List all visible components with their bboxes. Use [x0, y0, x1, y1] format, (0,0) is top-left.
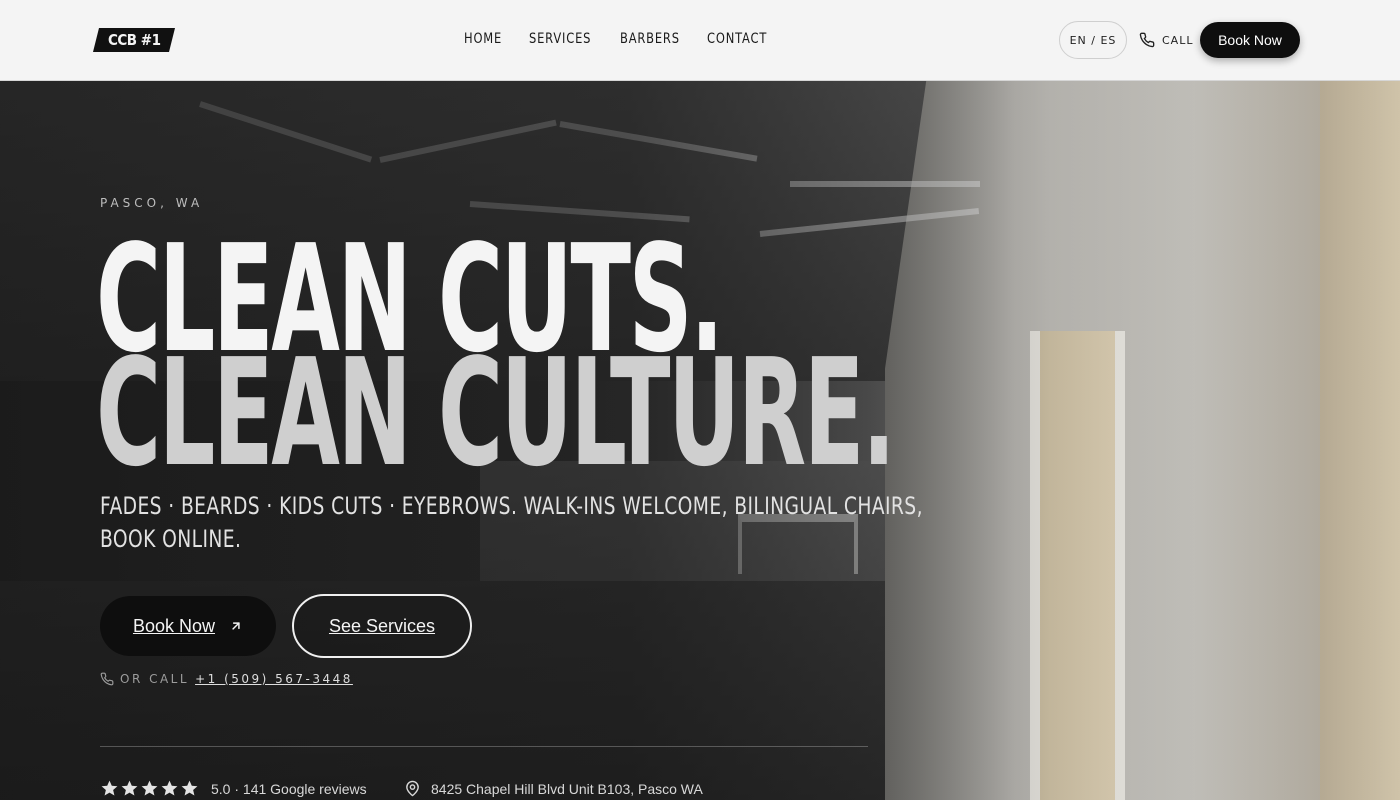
nav-services[interactable]: SERVICES	[529, 31, 590, 47]
main-nav: HOME SERVICES BARBERS CONTACT	[464, 31, 766, 47]
hero-book-now-label: Book Now	[132, 615, 216, 636]
shop-address[interactable]: 8425 Chapel Hill Blvd Unit B103, Pasco W…	[404, 779, 703, 798]
star-icon	[101, 780, 118, 796]
logo[interactable]: CCB #1	[93, 28, 175, 52]
see-services-button[interactable]: See Services	[292, 594, 472, 658]
nav-home[interactable]: HOME	[464, 31, 501, 47]
site-header: CCB #1 HOME SERVICES BARBERS CONTACT EN …	[0, 0, 1400, 81]
call-label: CALL	[1162, 33, 1194, 47]
call-link[interactable]: CALL	[1139, 31, 1193, 49]
star-icon	[121, 780, 138, 796]
google-rating: 5.0 · 141 Google reviews	[100, 779, 367, 798]
hero-subtitle: FADES · BEARDS · KIDS CUTS · EYEBROWS. W…	[100, 492, 923, 553]
rating-stars	[100, 779, 199, 798]
star-icon	[141, 780, 158, 796]
header-book-now-button[interactable]: Book Now	[1200, 22, 1300, 58]
logo-text: CCB #1	[107, 31, 161, 49]
nav-contact[interactable]: CONTACT	[707, 31, 766, 47]
hero-book-now-button[interactable]: Book Now	[100, 596, 276, 656]
or-call-label: OR CALL	[120, 672, 190, 686]
or-call-line: OR CALL +1 (509) 567-3448	[100, 672, 353, 686]
rating-text: 5.0 · 141 Google reviews	[211, 780, 367, 797]
phone-icon	[100, 672, 114, 686]
nav-barbers[interactable]: BARBERS	[620, 31, 679, 47]
hero-divider	[100, 746, 868, 747]
phone-number-link[interactable]: +1 (509) 567-3448	[195, 672, 353, 686]
address-text: 8425 Chapel Hill Blvd Unit B103, Pasco W…	[431, 780, 703, 797]
star-icon	[161, 780, 178, 796]
hero-headline-line2: CLEAN CULTURE.	[96, 327, 896, 499]
phone-icon	[1139, 32, 1155, 48]
map-pin-icon	[406, 780, 419, 797]
star-icon	[181, 780, 198, 796]
hero-eyebrow-location: PASCO, WA	[100, 196, 204, 210]
language-toggle[interactable]: EN / ES	[1059, 21, 1127, 59]
arrow-up-right-icon	[232, 622, 240, 630]
